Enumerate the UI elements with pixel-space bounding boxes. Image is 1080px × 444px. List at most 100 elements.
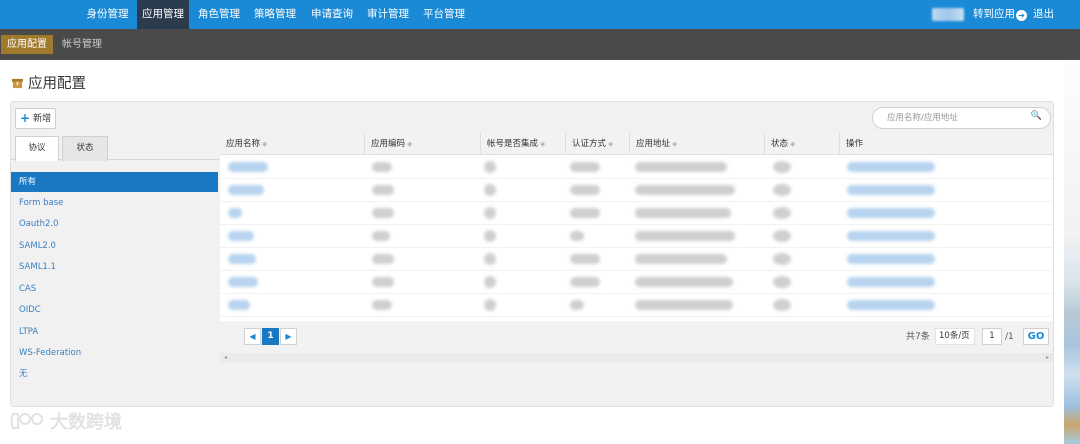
status-cell <box>773 230 791 242</box>
status-cell <box>773 207 791 219</box>
page-title: 应用配置 <box>12 74 86 94</box>
nav-item-app[interactable]: 应用管理 <box>137 0 189 29</box>
nav-item-role[interactable]: 角色管理 <box>193 0 245 29</box>
nav-item-request[interactable]: 申请查询 <box>305 0 359 29</box>
column-header-integrated[interactable]: 帐号是否集成 ◈ <box>481 133 566 155</box>
sort-icon: ◈ <box>540 140 546 148</box>
app-url-cell <box>635 231 735 241</box>
app-url-cell <box>635 208 731 218</box>
app-url-cell <box>635 162 727 172</box>
column-header-actions: 操作 <box>840 133 1053 155</box>
arrow-right-icon: ➜ <box>1016 10 1027 21</box>
auth-method-cell <box>570 277 600 287</box>
actions-cell[interactable] <box>847 208 935 218</box>
nav-item-identity[interactable]: 身份管理 <box>80 0 135 29</box>
table-row[interactable] <box>220 179 1053 202</box>
column-header-status[interactable]: 状态 ◈ <box>765 133 840 155</box>
filter-item-wsfed[interactable]: WS-Federation <box>11 343 218 363</box>
auth-method-cell <box>570 208 600 218</box>
background-decoration <box>1064 60 1080 444</box>
table-row[interactable] <box>220 248 1053 271</box>
sort-icon: ◈ <box>672 140 678 148</box>
filter-sidebar: 协议 状态 所有 Form base Oauth2.0 SAML2.0 SAML… <box>11 133 219 406</box>
app-code-cell <box>372 185 394 195</box>
main-panel: +新增 🔍 协议 状态 所有 Form base Oauth2.0 SAML2.… <box>10 101 1054 407</box>
chevron-right-icon[interactable]: ▶ <box>280 328 297 345</box>
integrated-cell <box>484 230 496 242</box>
app-name-cell[interactable] <box>228 231 254 241</box>
total-pages: /1 <box>1005 332 1014 342</box>
status-cell <box>773 253 791 265</box>
column-header-auth[interactable]: 认证方式 ◈ <box>566 133 630 155</box>
app-name-cell[interactable] <box>228 277 258 287</box>
actions-cell[interactable] <box>847 231 935 241</box>
tab-status[interactable]: 状态 <box>62 136 108 161</box>
sort-icon: ◈ <box>262 140 268 148</box>
horizontal-scrollbar[interactable]: ◂ ▸ <box>220 353 1053 362</box>
filter-item-none[interactable]: 无 <box>11 364 218 384</box>
app-code-cell <box>372 208 394 218</box>
sort-icon: ◈ <box>407 140 413 148</box>
nav-item-audit[interactable]: 审计管理 <box>362 0 414 29</box>
app-code-cell <box>372 231 390 241</box>
sort-icon: ◈ <box>608 140 614 148</box>
search-input[interactable] <box>887 111 1027 125</box>
add-button[interactable]: + 新增 <box>15 108 56 129</box>
switch-app-link[interactable]: 转到应用 ➜ <box>973 0 1027 29</box>
search-box[interactable]: 🔍 <box>872 107 1051 129</box>
status-cell <box>773 184 791 196</box>
app-code-cell <box>372 162 392 172</box>
column-header-code[interactable]: 应用编码 ◈ <box>365 133 481 155</box>
column-header-name[interactable]: 应用名称 ◈ <box>220 133 365 155</box>
auth-method-cell <box>570 162 600 172</box>
filter-item-saml11[interactable]: SAML1.1 <box>11 257 218 277</box>
auth-method-cell <box>570 254 600 264</box>
page-number[interactable]: 1 <box>262 328 279 345</box>
search-icon[interactable]: 🔍 <box>1031 111 1042 121</box>
app-name-cell[interactable] <box>228 185 264 195</box>
app-name-cell[interactable] <box>228 300 250 310</box>
column-header-url[interactable]: 应用地址 ◈ <box>630 133 765 155</box>
actions-cell[interactable] <box>847 185 935 195</box>
sub-item-app-config[interactable]: 应用配置 <box>1 35 53 54</box>
filter-item-all[interactable]: 所有 <box>11 172 218 192</box>
table-row[interactable] <box>220 156 1053 179</box>
actions-cell[interactable] <box>847 300 935 310</box>
app-name-cell[interactable] <box>228 254 256 264</box>
table-row[interactable] <box>220 294 1053 317</box>
logout-link[interactable]: 退出 <box>1033 0 1054 29</box>
app-url-cell <box>635 185 735 195</box>
filter-item-oidc[interactable]: OIDC <box>11 300 218 320</box>
go-button[interactable]: GO <box>1023 328 1049 345</box>
table-row[interactable] <box>220 225 1053 248</box>
app-name-cell[interactable] <box>228 162 268 172</box>
page-size-select[interactable]: 10条/页 <box>935 328 975 345</box>
actions-cell[interactable] <box>847 277 935 287</box>
filter-item-cas[interactable]: CAS <box>11 279 218 299</box>
actions-cell[interactable] <box>847 162 935 172</box>
sort-icon: ◈ <box>790 140 796 148</box>
filter-item-ltpa[interactable]: LTPA <box>11 322 218 342</box>
app-url-cell <box>635 300 733 310</box>
chevron-left-icon[interactable]: ◀ <box>244 328 261 345</box>
filter-item-oauth2[interactable]: Oauth2.0 <box>11 214 218 234</box>
scroll-right-icon[interactable]: ▸ <box>1046 353 1049 362</box>
filter-item-formbase[interactable]: Form base <box>11 193 218 213</box>
nav-item-policy[interactable]: 策略管理 <box>249 0 301 29</box>
switch-app-label: 转到应用 <box>973 8 1015 20</box>
add-button-label: 新增 <box>33 114 52 124</box>
actions-cell[interactable] <box>847 254 935 264</box>
sub-item-account[interactable]: 帐号管理 <box>56 35 108 54</box>
scroll-left-icon[interactable]: ◂ <box>224 353 227 362</box>
nav-item-platform[interactable]: 平台管理 <box>418 0 470 29</box>
integrated-cell <box>484 299 496 311</box>
tab-protocol[interactable]: 协议 <box>15 136 59 161</box>
table-row[interactable] <box>220 271 1053 294</box>
table-row[interactable] <box>220 202 1053 225</box>
auth-method-cell <box>570 185 600 195</box>
app-name-cell[interactable] <box>228 208 242 218</box>
integrated-cell <box>484 184 496 196</box>
filter-item-saml2[interactable]: SAML2.0 <box>11 236 218 256</box>
user-avatar[interactable] <box>932 8 964 21</box>
page-input[interactable]: 1 <box>982 328 1002 345</box>
